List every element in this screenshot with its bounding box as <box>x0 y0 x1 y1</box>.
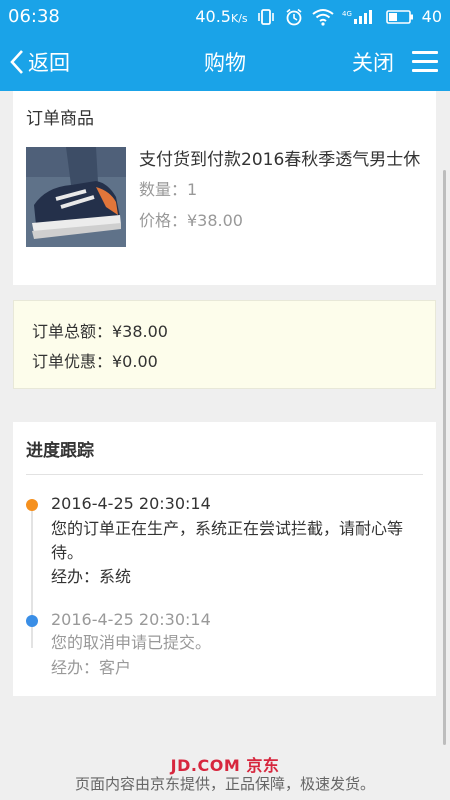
chevron-left-icon <box>10 50 23 74</box>
divider <box>26 474 423 475</box>
product-name[interactable]: 支付货到付款2016春秋季透气男士休 <box>139 145 429 170</box>
order-total: 订单总额：¥38.00 <box>32 322 168 341</box>
vibrate-icon <box>257 8 274 25</box>
back-button[interactable]: 返回 <box>10 47 70 77</box>
footer-note: 页面内容由京东提供，正品保障，极速发货。 <box>74 775 375 793</box>
event-message: 您的取消申请已提交。 <box>51 633 212 652</box>
menu-icon[interactable] <box>412 51 438 73</box>
progress-tracking-card: 进度跟踪 2016-4-25 20:30:14 您的订单正在生产，系统正在尝试拦… <box>13 422 436 696</box>
timeline-dot-current <box>26 499 38 511</box>
order-goods-title: 订单商品 <box>26 109 94 129</box>
signal-icon: 4G <box>342 9 372 24</box>
order-goods-card: 订单商品 支付货到付款2016春秋季透气男士休 数量：1 价格：¥38.00 <box>13 91 436 285</box>
timeline-dot-previous <box>26 615 38 627</box>
battery-icon <box>385 9 413 24</box>
order-discount: 订单优惠：¥0.00 <box>32 352 158 371</box>
event-time: 2016-4-25 20:30:14 <box>51 494 211 513</box>
wifi-icon <box>312 8 334 26</box>
product-image[interactable] <box>26 147 126 247</box>
product-quantity: 数量：1 <box>139 180 198 199</box>
order-total-card: 订单总额：¥38.00 订单优惠：¥0.00 <box>13 300 436 389</box>
event-operator: 经办：客户 <box>51 658 132 677</box>
product-price: 价格：¥38.00 <box>139 211 243 230</box>
close-button[interactable]: 关闭 <box>352 47 394 77</box>
svg-text:4G: 4G <box>342 10 352 18</box>
status-icons: 40.5K/s 4G 40 <box>195 7 442 27</box>
network-speed: 40.5K/s <box>195 7 248 26</box>
status-time: 06:38 <box>8 6 60 27</box>
alarm-icon <box>286 8 302 25</box>
battery-level: 40 <box>421 7 442 26</box>
event-message: 您的订单正在生产，系统正在尝试拦截，请耐心等待。 <box>51 519 404 562</box>
back-label: 返回 <box>28 51 70 75</box>
nav-bar: 返回 购物 关闭 <box>0 33 450 91</box>
event-time: 2016-4-25 20:30:14 <box>51 610 211 629</box>
tracking-title: 进度跟踪 <box>26 441 94 461</box>
scrollbar[interactable] <box>443 170 446 745</box>
status-bar: 06:38 40.5K/s 4G 40 <box>0 0 450 33</box>
sneaker-image <box>26 147 126 247</box>
event-operator: 经办：系统 <box>51 567 132 586</box>
